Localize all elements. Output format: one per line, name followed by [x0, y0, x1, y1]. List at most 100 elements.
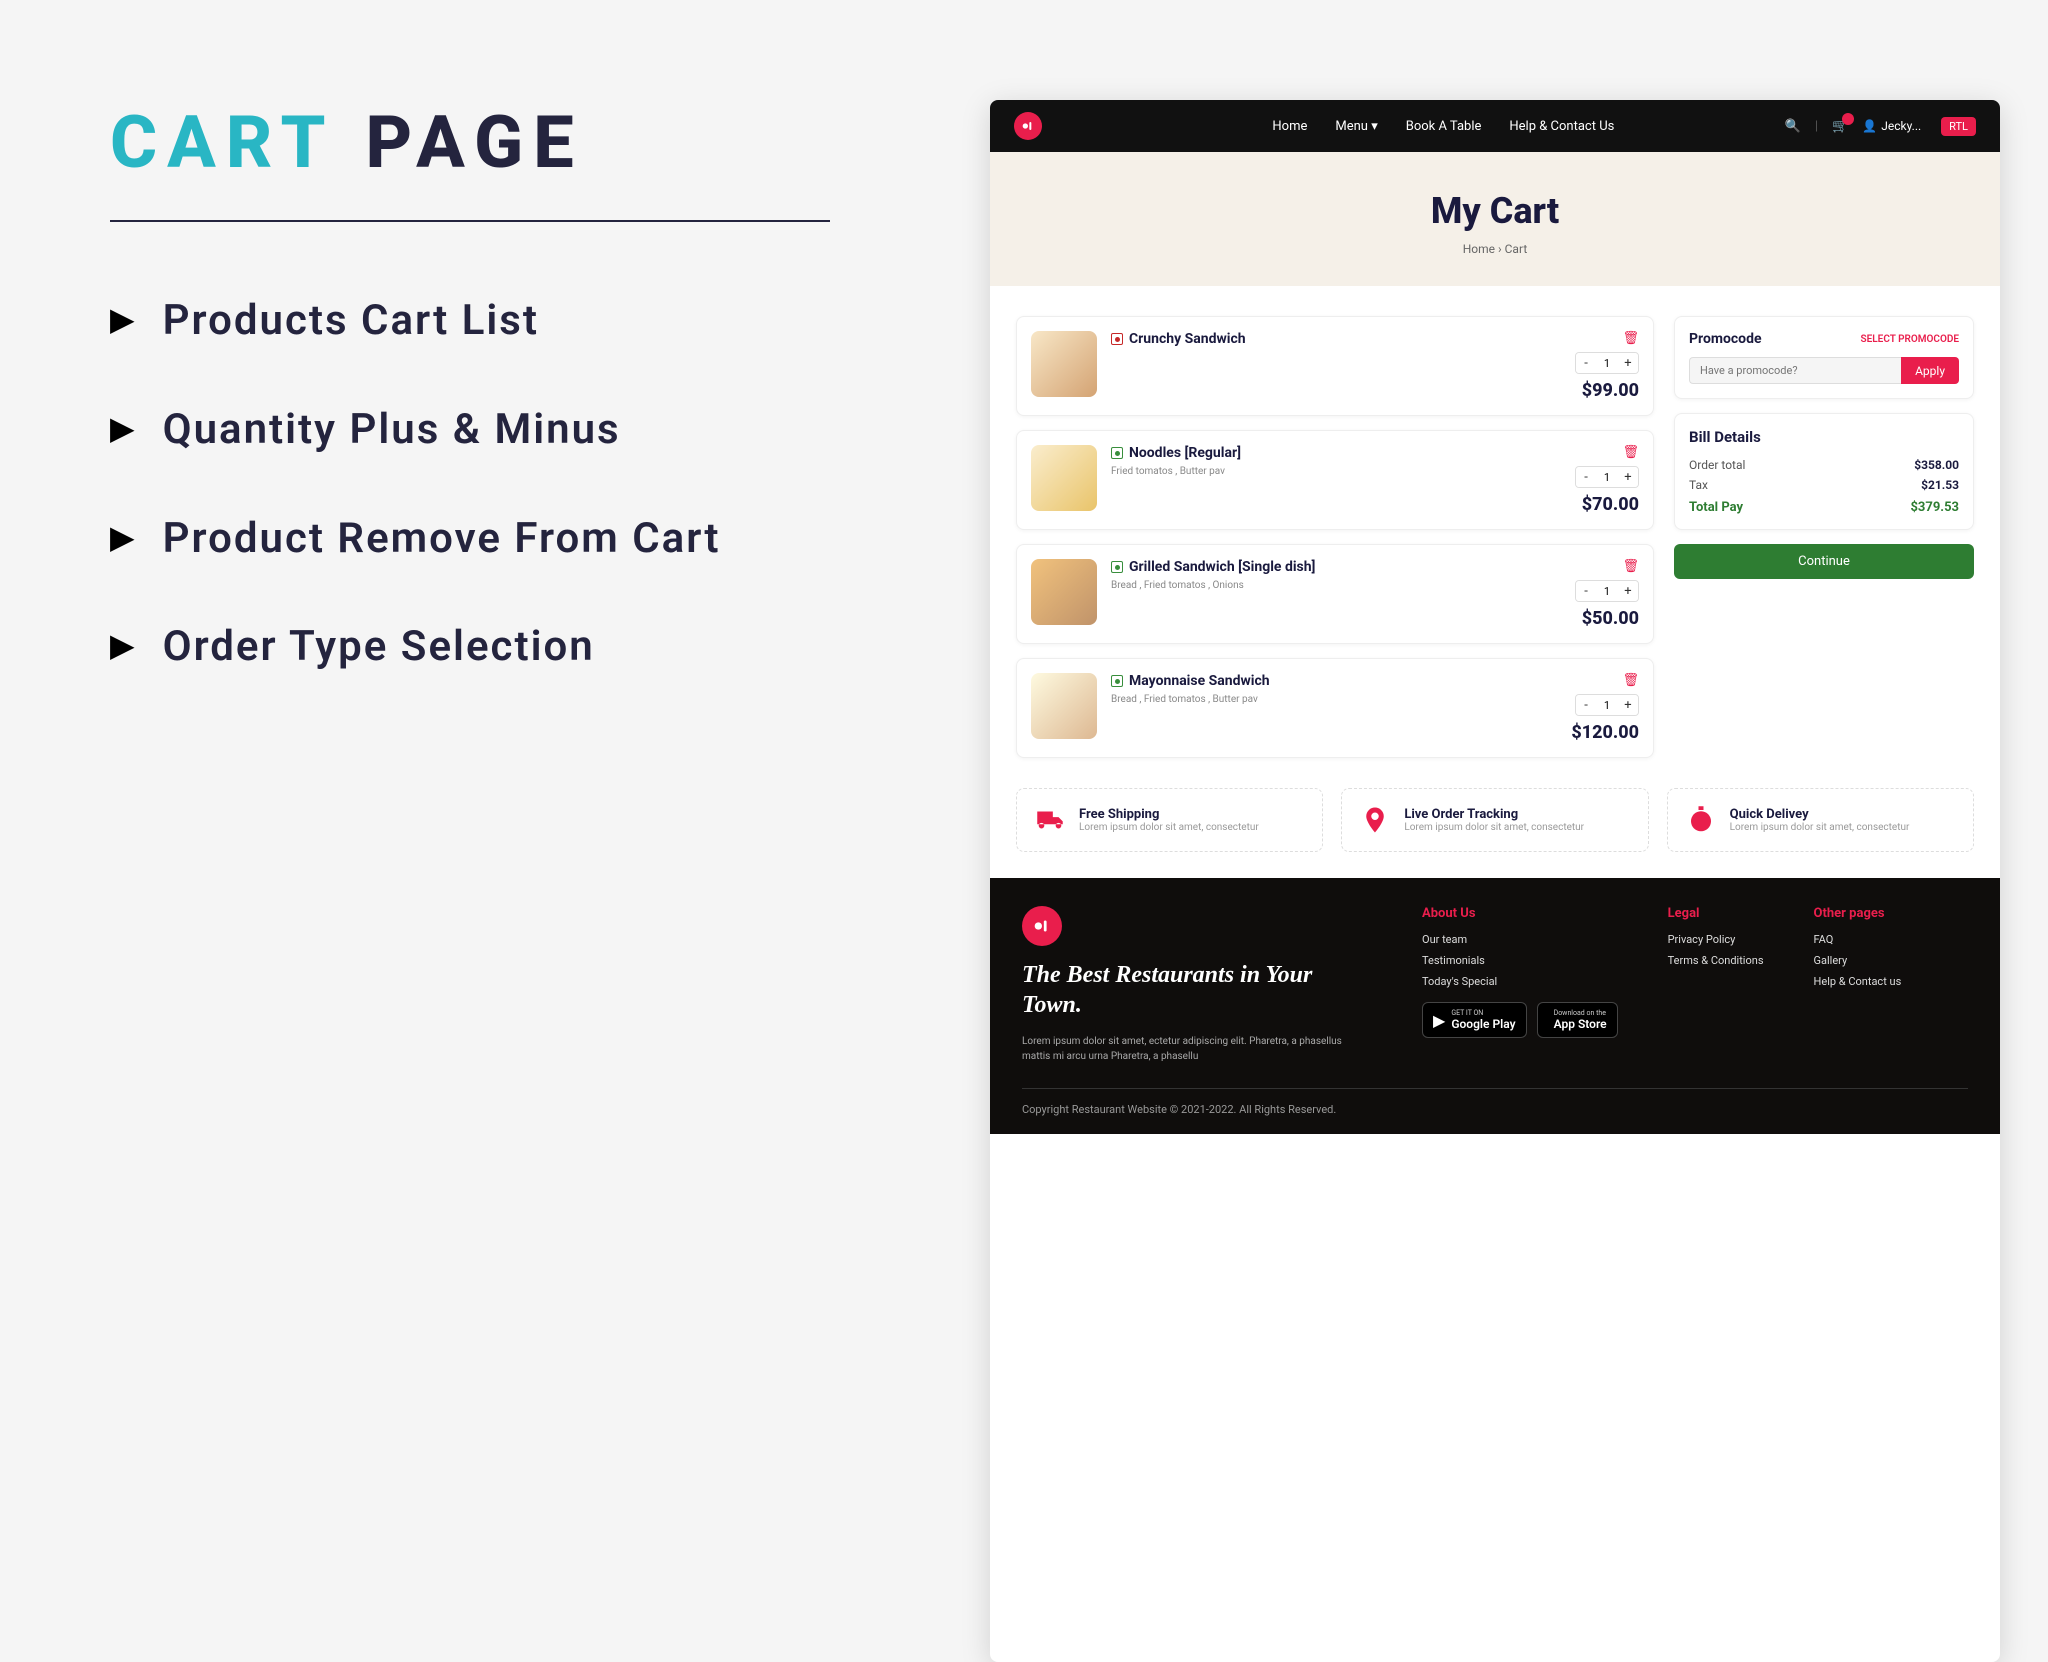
apply-button[interactable]: Apply [1901, 357, 1959, 384]
feature-text: Order Type Selection [163, 618, 595, 677]
remove-button[interactable]: 🗑 [1622, 331, 1639, 346]
product-thumb [1031, 445, 1097, 511]
item-price: $99.00 [1582, 380, 1639, 401]
footer-link[interactable]: Testimonials [1422, 954, 1618, 967]
footer-desc: Lorem ipsum dolor sit amet, ectetur adip… [1022, 1034, 1372, 1064]
title-rest: PAGE [366, 100, 584, 185]
navbar: Home Menu ▾ Book A Table Help & Contact … [990, 100, 2000, 152]
cart-item: Grilled Sandwich [Single dish] Bread , F… [1016, 544, 1654, 644]
page-title: My Cart [990, 190, 2000, 232]
arrow-icon: ▶ [110, 626, 135, 664]
footer-link[interactable]: Gallery [1814, 954, 1902, 967]
breadcrumb: Home › Cart [990, 242, 2000, 256]
qty-plus-button[interactable]: + [1618, 581, 1638, 601]
footer-col-other: Other pages FAQ Gallery Help & Contact u… [1814, 906, 1902, 1064]
promo-input-row: Apply [1689, 357, 1959, 384]
qty-value: 1 [1596, 357, 1618, 370]
hero: My Cart Home › Cart [990, 152, 2000, 286]
nav-menu[interactable]: Menu ▾ [1335, 119, 1377, 134]
feature-text: Quantity Plus & Minus [163, 401, 621, 460]
qty-plus-button[interactable]: + [1618, 467, 1638, 487]
arrow-icon: ▶ [110, 300, 135, 338]
cart-icon[interactable]: 🛒 [1832, 119, 1848, 134]
bill-title: Bill Details [1689, 428, 1959, 446]
cart-item: Crunchy Sandwich 🗑 - 1 + $99.00 [1016, 316, 1654, 416]
footer-link[interactable]: Privacy Policy [1668, 933, 1764, 946]
quantity-stepper: - 1 + [1575, 580, 1639, 602]
cart-item: Noodles [Regular] Fried tomatos , Butter… [1016, 430, 1654, 530]
select-promocode-link[interactable]: SELECT PROMOCODE [1861, 334, 1959, 345]
slide-title: CART PAGE [110, 100, 930, 185]
info-title: Live Order Tracking [1404, 807, 1584, 822]
google-play-badge[interactable]: ▶ GET IT ONGoogle Play [1422, 1002, 1527, 1038]
promo-title: Promocode [1689, 331, 1762, 347]
promo-header: Promocode SELECT PROMOCODE [1689, 331, 1959, 347]
feature-item: ▶ Quantity Plus & Minus [110, 401, 930, 460]
footer-col-about: About Us Our team Testimonials Today's S… [1422, 906, 1618, 1064]
nav-help[interactable]: Help & Contact Us [1509, 119, 1614, 134]
footer-tagline: The Best Restaurants in Your Town. [1022, 960, 1372, 1020]
info-sub: Lorem ipsum dolor sit amet, consectetur [1079, 822, 1259, 833]
footer-top: The Best Restaurants in Your Town. Lorem… [1022, 906, 1968, 1064]
footer-link[interactable]: Help & Contact us [1814, 975, 1902, 988]
feature-text: Products Cart List [163, 292, 539, 351]
breadcrumb-home[interactable]: Home [1463, 242, 1495, 256]
stopwatch-icon [1684, 803, 1718, 837]
item-name: Noodles [Regular] [1111, 445, 1561, 461]
qty-minus-button[interactable]: - [1576, 353, 1596, 373]
footer-link[interactable]: Terms & Conditions [1668, 954, 1764, 967]
brand-logo[interactable] [1014, 112, 1042, 140]
embedded-cart-page: Home Menu ▾ Book A Table Help & Contact … [990, 100, 2000, 1662]
item-controls: 🗑 - 1 + $50.00 [1575, 559, 1639, 629]
qty-minus-button[interactable]: - [1576, 695, 1596, 715]
feature-list: ▶ Products Cart List ▶ Quantity Plus & M… [110, 292, 930, 677]
truck-icon [1033, 803, 1067, 837]
app-store-badge[interactable]: Download on theApp Store [1537, 1002, 1618, 1038]
footer-link[interactable]: Today's Special [1422, 975, 1618, 988]
cart-list: Crunchy Sandwich 🗑 - 1 + $99.00 [1016, 316, 1654, 758]
quantity-stepper: - 1 + [1575, 466, 1639, 488]
qty-minus-button[interactable]: - [1576, 467, 1596, 487]
item-price: $70.00 [1582, 494, 1639, 515]
user-icon: 👤 [1862, 119, 1877, 133]
nav-links: Home Menu ▾ Book A Table Help & Contact … [1272, 119, 1614, 134]
rtl-toggle[interactable]: RTL [1941, 117, 1976, 136]
item-sub: Fried tomatos , Butter pav [1111, 466, 1561, 477]
remove-button[interactable]: 🗑 [1622, 559, 1639, 574]
nav-book-table[interactable]: Book A Table [1406, 119, 1482, 134]
continue-button[interactable]: Continue [1674, 544, 1974, 579]
cart-item: Mayonnaise Sandwich Bread , Fried tomato… [1016, 658, 1654, 758]
qty-minus-button[interactable]: - [1576, 581, 1596, 601]
footer-col-legal: Legal Privacy Policy Terms & Conditions [1668, 906, 1764, 1064]
qty-plus-button[interactable]: + [1618, 353, 1638, 373]
search-icon[interactable]: 🔍 [1785, 119, 1801, 134]
bill-card: Bill Details Order total $358.00 Tax $21… [1674, 413, 1974, 530]
qty-plus-button[interactable]: + [1618, 695, 1638, 715]
item-info: Noodles [Regular] Fried tomatos , Butter… [1111, 445, 1561, 477]
info-box-shipping: Free Shipping Lorem ipsum dolor sit amet… [1016, 788, 1323, 852]
product-thumb [1031, 673, 1097, 739]
item-name: Mayonnaise Sandwich [1111, 673, 1557, 689]
promocode-input[interactable] [1689, 357, 1901, 384]
bill-row: Order total $358.00 [1689, 458, 1959, 472]
veg-icon [1111, 675, 1123, 687]
breadcrumb-sep: › [1498, 242, 1505, 256]
remove-button[interactable]: 🗑 [1622, 673, 1639, 688]
footer-link[interactable]: Our team [1422, 933, 1618, 946]
user-menu[interactable]: 👤Jecky... [1862, 119, 1921, 133]
product-thumb [1031, 331, 1097, 397]
arrow-icon: ▶ [110, 518, 135, 556]
feature-item: ▶ Order Type Selection [110, 618, 930, 677]
info-title: Quick Delivey [1730, 807, 1910, 822]
summary-column: Promocode SELECT PROMOCODE Apply Bill De… [1674, 316, 1974, 758]
title-highlight: CART [110, 100, 336, 185]
item-sub: Bread , Fried tomatos , Butter pav [1111, 694, 1557, 705]
nav-home[interactable]: Home [1272, 119, 1307, 134]
promocode-card: Promocode SELECT PROMOCODE Apply [1674, 316, 1974, 399]
title-underline [110, 220, 830, 222]
footer-link[interactable]: FAQ [1814, 933, 1902, 946]
info-sub: Lorem ipsum dolor sit amet, consectetur [1730, 822, 1910, 833]
remove-button[interactable]: 🗑 [1622, 445, 1639, 460]
item-controls: 🗑 - 1 + $120.00 [1571, 673, 1639, 743]
item-price: $120.00 [1571, 722, 1639, 743]
